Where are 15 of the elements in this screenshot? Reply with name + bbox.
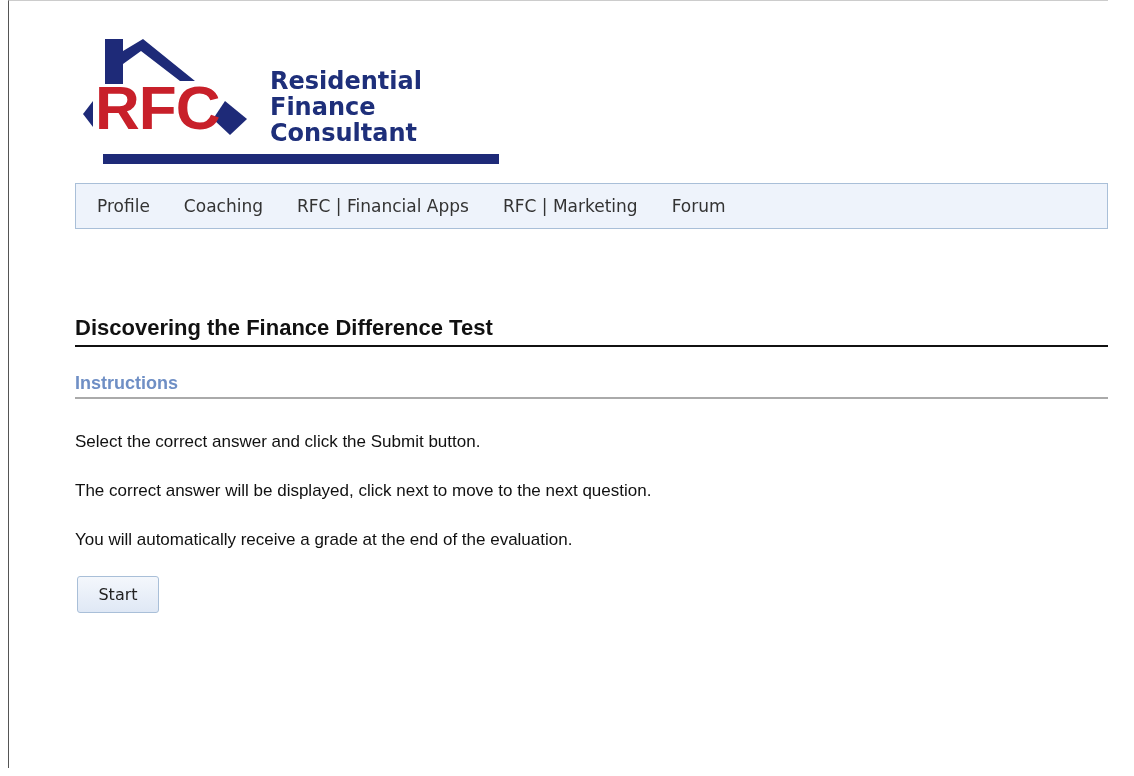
page-title: Discovering the Finance Difference Test [75,315,1108,347]
logo-initials: RFC [95,77,220,139]
nav-link[interactable]: RFC | Marketing [489,196,651,216]
nav-link[interactable]: Profile [84,196,163,216]
instruction-text: You will automatically receive a grade at the end of the evaluation. [75,530,574,550]
nav-link[interactable]: RFC | Financial Apps [283,196,482,216]
logo-name: Residential [270,68,422,94]
instruction-text: Select the correct answer and click the Submit button. [75,432,482,452]
nav-link[interactable]: Forum [658,196,739,216]
nav-link[interactable]: Coaching [170,196,276,216]
logo-name: Consultant [270,120,418,146]
logo-name: Finance [270,94,377,120]
start-button[interactable]: Start [77,576,159,613]
section-heading: Instructions [75,373,1108,399]
instruction-text: The correct answer will be displayed, click next to move to the next question. [75,481,653,501]
